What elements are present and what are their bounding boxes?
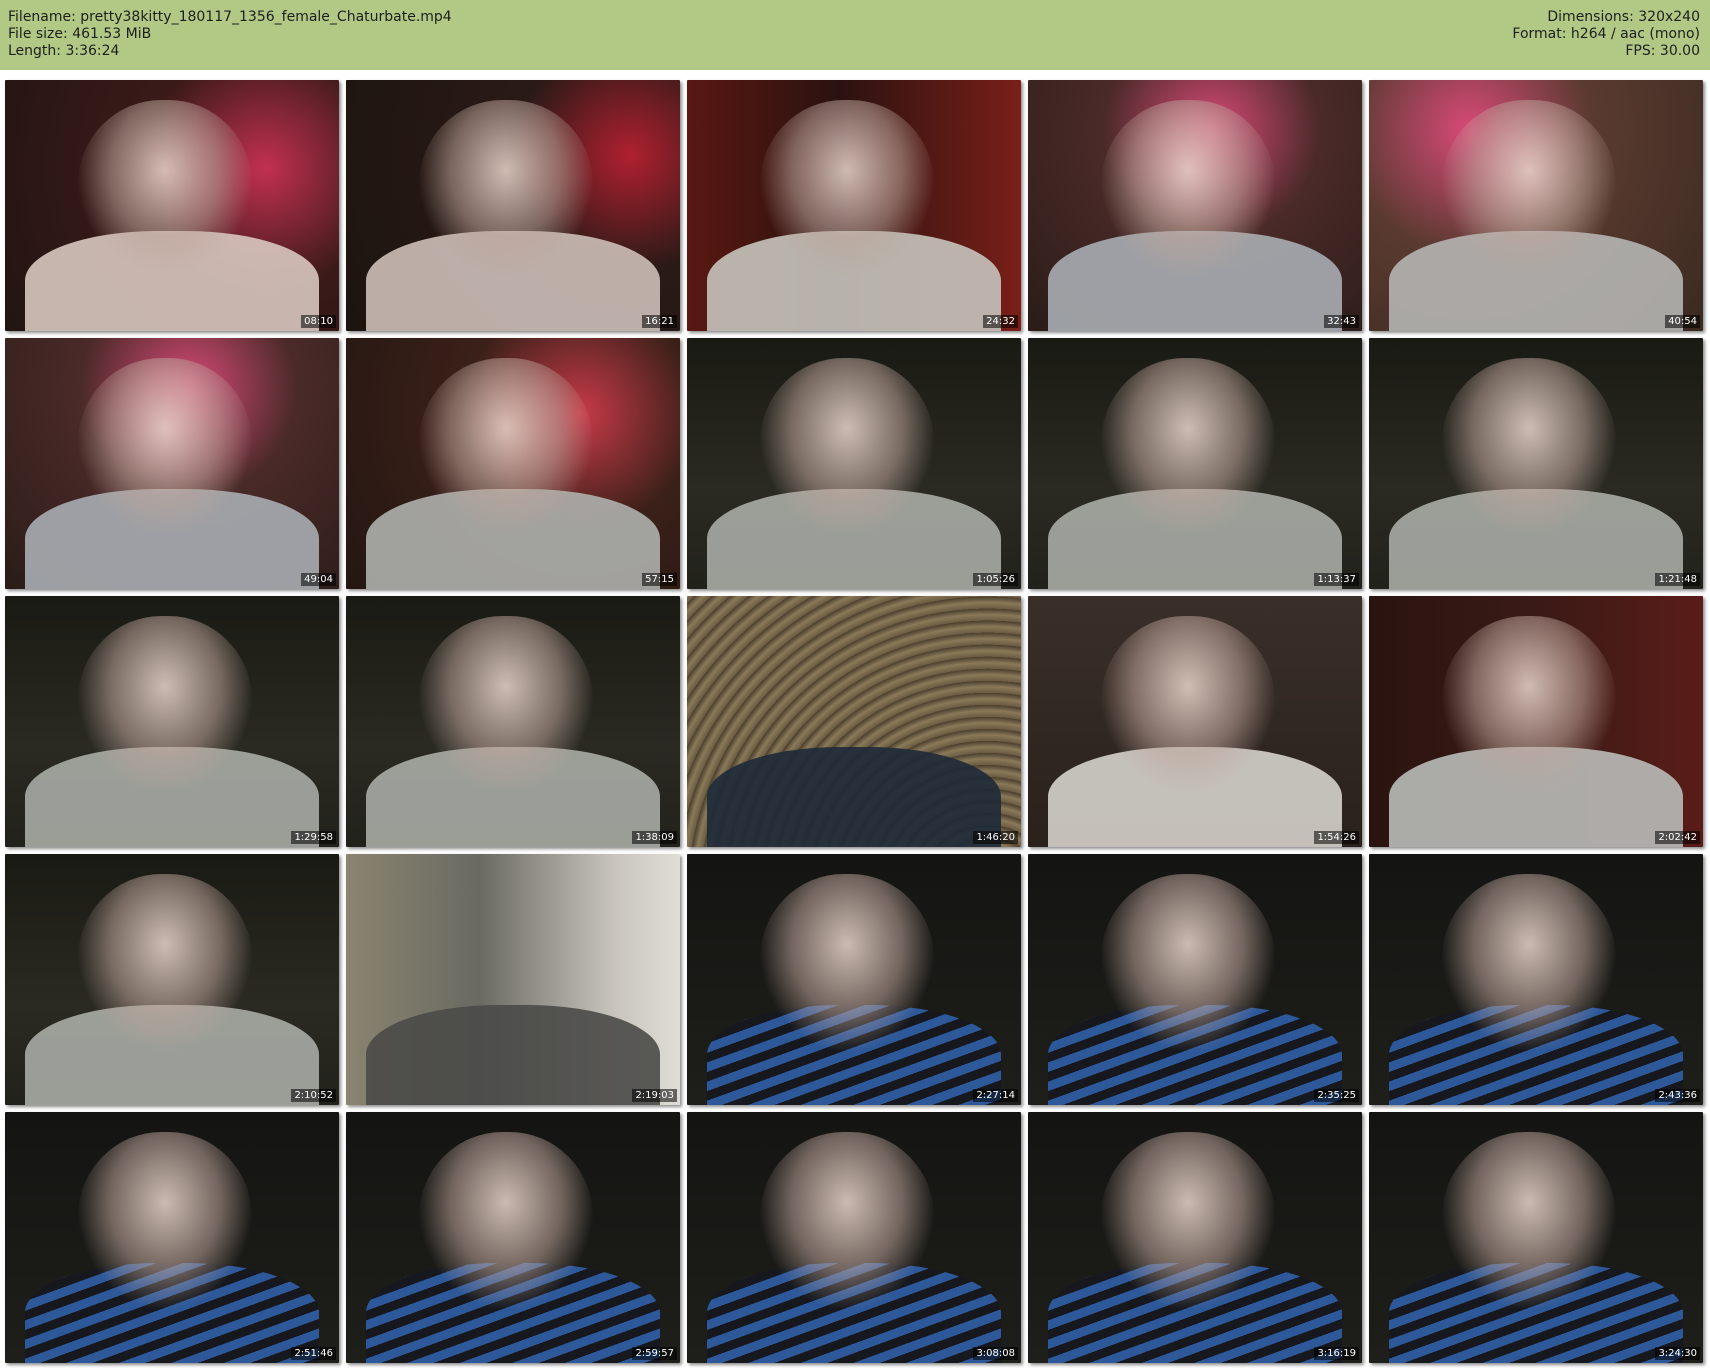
contact-sheet: Filename: pretty38kitty_180117_1356_fema… (0, 0, 1710, 1370)
thumbnail-3: 24:32 (687, 80, 1021, 331)
thumbnail-subject-face (760, 358, 935, 534)
thumbnail-timestamp: 1:13:37 (1314, 573, 1359, 586)
thumbnail-15: 2:02:42 (1369, 596, 1703, 847)
dimensions-label: Dimensions: 320x240 (1547, 9, 1700, 25)
thumbnail-timestamp: 3:08:08 (973, 1347, 1018, 1360)
thumbnail-subject-face (1101, 1132, 1276, 1308)
thumbnail-timestamp: 2:19:03 (632, 1089, 677, 1102)
thumbnail-timestamp: 24:32 (983, 315, 1018, 328)
thumbnail-25: 3:24:30 (1369, 1112, 1703, 1363)
thumbnail-timestamp: 2:27:14 (973, 1089, 1018, 1102)
thumbnail-11: 1:29:58 (5, 596, 339, 847)
thumbnail-timestamp: 32:43 (1324, 315, 1359, 328)
thumbnail-subject-face (419, 1132, 594, 1308)
thumbnail-12: 1:38:09 (346, 596, 680, 847)
thumbnail-17: 2:19:03 (346, 854, 680, 1105)
thumbnail-2: 16:21 (346, 80, 680, 331)
thumbnail-subject-face (78, 100, 253, 276)
file-info-left: Filename: pretty38kitty_180117_1356_fema… (8, 9, 452, 60)
thumbnail-timestamp: 2:10:52 (291, 1089, 336, 1102)
thumbnail-timestamp: 57:15 (642, 573, 677, 586)
thumbnail-timestamp: 1:05:26 (973, 573, 1018, 586)
thumbnail-7: 57:15 (346, 338, 680, 589)
thumbnail-8: 1:05:26 (687, 338, 1021, 589)
thumbnail-subject-face (78, 874, 253, 1050)
thumbnail-13: 1:46:20 (687, 596, 1021, 847)
thumbnail-timestamp: 3:24:30 (1655, 1347, 1700, 1360)
thumbnail-timestamp: 2:59:57 (632, 1347, 677, 1360)
thumbnail-subject-face (1101, 874, 1276, 1050)
thumbnail-subject-face (1101, 358, 1276, 534)
thumbnail-timestamp: 3:16:19 (1314, 1347, 1359, 1360)
thumbnail-timestamp: 1:21:48 (1655, 573, 1700, 586)
thumbnail-timestamp: 16:21 (642, 315, 677, 328)
thumbnail-6: 49:04 (5, 338, 339, 589)
thumbnail-subject-body (366, 1004, 660, 1105)
format-label: Format: h264 / aac (mono) (1512, 26, 1700, 42)
filesize-label: File size: 461.53 MiB (8, 26, 152, 42)
thumbnail-23: 3:08:08 (687, 1112, 1021, 1363)
file-info-right: Dimensions: 320x240 Format: h264 / aac (… (1512, 9, 1700, 60)
thumbnail-timestamp: 1:38:09 (632, 831, 677, 844)
thumbnail-timestamp: 1:54:26 (1314, 831, 1359, 844)
thumbnail-19: 2:35:25 (1028, 854, 1362, 1105)
length-label: Length: 3:36:24 (8, 43, 120, 59)
thumbnail-timestamp: 1:46:20 (973, 831, 1018, 844)
thumbnail-5: 40:54 (1369, 80, 1703, 331)
thumbnail-1: 08:10 (5, 80, 339, 331)
thumbnail-subject-face (78, 616, 253, 792)
file-info-header: Filename: pretty38kitty_180117_1356_fema… (0, 0, 1710, 70)
thumbnail-subject-face (78, 1132, 253, 1308)
thumbnail-9: 1:13:37 (1028, 338, 1362, 589)
thumbnail-subject-face (760, 874, 935, 1050)
thumbnail-subject-face (1442, 616, 1617, 792)
thumbnail-subject-face (1442, 1132, 1617, 1308)
thumbnail-timestamp: 08:10 (301, 315, 336, 328)
thumbnail-subject-face (760, 100, 935, 276)
thumbnail-timestamp: 2:35:25 (1314, 1089, 1359, 1102)
thumbnail-subject-face (78, 358, 253, 534)
thumbnail-timestamp: 2:51:46 (291, 1347, 336, 1360)
thumbnail-24: 3:16:19 (1028, 1112, 1362, 1363)
thumbnail-16: 2:10:52 (5, 854, 339, 1105)
thumbnail-20: 2:43:36 (1369, 854, 1703, 1105)
thumbnail-subject-face (760, 1132, 935, 1308)
thumbnail-subject-face (419, 100, 594, 276)
thumbnail-subject-face (1442, 100, 1617, 276)
thumbnail-subject-face (419, 616, 594, 792)
thumbnail-4: 32:43 (1028, 80, 1362, 331)
thumbnail-timestamp: 2:43:36 (1655, 1089, 1700, 1102)
thumbnail-22: 2:59:57 (346, 1112, 680, 1363)
thumbnail-subject-face (419, 358, 594, 534)
thumbnail-subject-face (1442, 358, 1617, 534)
fps-label: FPS: 30.00 (1625, 43, 1700, 59)
thumbnail-10: 1:21:48 (1369, 338, 1703, 589)
thumbnail-18: 2:27:14 (687, 854, 1021, 1105)
thumbnail-14: 1:54:26 (1028, 596, 1362, 847)
thumbnail-subject-face (1101, 100, 1276, 276)
thumbnail-21: 2:51:46 (5, 1112, 339, 1363)
thumbnail-timestamp: 49:04 (301, 573, 336, 586)
thumbnail-timestamp: 40:54 (1665, 315, 1700, 328)
thumbnail-subject-body (707, 746, 1001, 847)
thumbnail-subject-face (1442, 874, 1617, 1050)
thumbnail-subject-face (1101, 616, 1276, 792)
thumbnail-timestamp: 2:02:42 (1655, 831, 1700, 844)
thumbnail-timestamp: 1:29:58 (291, 831, 336, 844)
filename-label: Filename: pretty38kitty_180117_1356_fema… (8, 9, 452, 25)
